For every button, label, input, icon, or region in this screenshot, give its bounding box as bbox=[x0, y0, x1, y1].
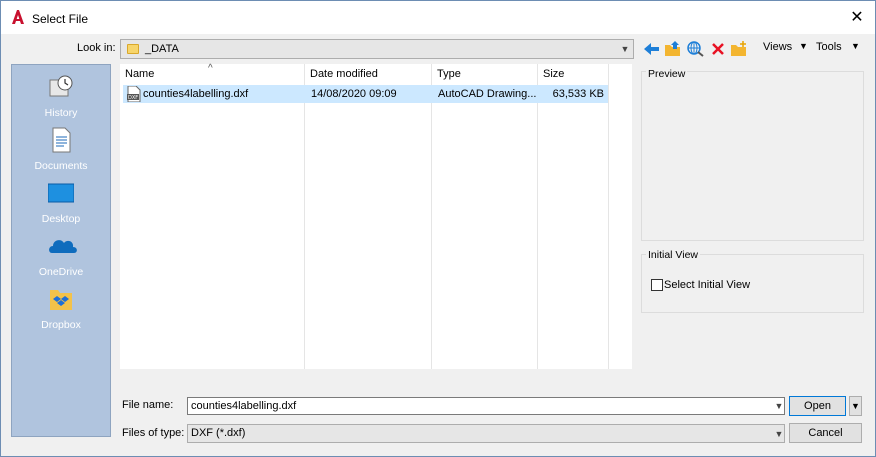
back-arrow-icon bbox=[644, 43, 659, 55]
file-name-dropdown-icon[interactable]: ▼ bbox=[774, 400, 784, 412]
file-date-cell: 14/08/2020 09:09 bbox=[311, 88, 397, 100]
tools-dropdown-icon[interactable]: ▼ bbox=[851, 41, 860, 51]
look-in-value: _DATA bbox=[145, 43, 179, 55]
new-folder-button[interactable] bbox=[729, 39, 749, 59]
file-name-input[interactable]: counties4labelling.dxf bbox=[187, 397, 785, 415]
files-of-type-select[interactable]: DXF (*.dxf) bbox=[187, 424, 785, 443]
place-onedrive[interactable]: OneDrive bbox=[12, 229, 110, 279]
files-of-type-dropdown-icon[interactable]: ▼ bbox=[774, 428, 784, 440]
column-divider[interactable] bbox=[608, 64, 609, 369]
place-desktop[interactable]: Desktop bbox=[12, 176, 110, 226]
column-divider[interactable] bbox=[537, 64, 538, 369]
place-label-documents: Documents bbox=[34, 160, 88, 172]
place-label-history: History bbox=[44, 107, 78, 119]
views-dropdown-icon[interactable]: ▼ bbox=[799, 41, 808, 51]
column-header-name[interactable]: Name bbox=[125, 68, 154, 80]
files-of-type-label: Files of type: bbox=[122, 427, 185, 439]
file-type-cell: AutoCAD Drawing... bbox=[438, 88, 537, 100]
search-web-button[interactable] bbox=[686, 39, 706, 59]
select-initial-view-label[interactable]: Select Initial View bbox=[664, 279, 750, 291]
title-bar: Select File ✕ bbox=[1, 1, 875, 34]
place-label-desktop: Desktop bbox=[41, 213, 81, 225]
tools-menu[interactable]: Tools bbox=[816, 41, 842, 53]
back-button[interactable] bbox=[642, 39, 662, 59]
select-initial-view-checkbox[interactable] bbox=[651, 279, 663, 291]
place-dropbox[interactable]: Dropbox bbox=[12, 282, 110, 332]
column-divider[interactable] bbox=[304, 64, 305, 369]
folder-icon bbox=[127, 44, 139, 54]
look-in-label: Look in: bbox=[77, 42, 116, 54]
preview-title: Preview bbox=[646, 68, 688, 80]
column-header-date-modified[interactable]: Date modified bbox=[310, 68, 378, 80]
column-divider[interactable] bbox=[431, 64, 432, 369]
file-name-cell: counties4labelling.dxf bbox=[143, 88, 249, 100]
close-button[interactable]: ✕ bbox=[847, 7, 867, 27]
chevron-down-icon[interactable]: ▼ bbox=[620, 43, 630, 55]
place-label-dropbox: Dropbox bbox=[41, 319, 81, 331]
up-folder-icon bbox=[665, 41, 680, 56]
open-options-dropdown-icon[interactable]: ▼ bbox=[849, 396, 862, 416]
window-title: Select File bbox=[32, 12, 89, 26]
cancel-button[interactable]: Cancel bbox=[789, 423, 862, 443]
desktop-icon bbox=[47, 180, 75, 206]
delete-x-icon bbox=[712, 43, 724, 55]
place-label-onedrive: OneDrive bbox=[38, 266, 84, 278]
autocad-logo-icon bbox=[11, 9, 25, 25]
place-history[interactable]: History bbox=[12, 70, 110, 120]
places-bar: History Documents Desktop OneDrive Dropb… bbox=[11, 64, 111, 437]
initial-view-title: Initial View bbox=[646, 249, 700, 261]
documents-icon bbox=[48, 127, 74, 153]
globe-search-icon bbox=[687, 41, 704, 57]
file-size-cell: 63,533 KB bbox=[552, 88, 604, 100]
file-list[interactable]: ^ Name Date modified Type Size DXF count… bbox=[120, 63, 632, 369]
open-button[interactable]: Open bbox=[789, 396, 846, 416]
look-in-combo[interactable]: _DATA ▼ bbox=[120, 39, 634, 59]
place-documents[interactable]: Documents bbox=[12, 123, 110, 173]
preview-panel bbox=[641, 71, 864, 241]
sort-ascending-icon: ^ bbox=[208, 63, 213, 74]
file-name-label: File name: bbox=[122, 399, 174, 411]
column-header-type[interactable]: Type bbox=[437, 68, 461, 80]
onedrive-icon bbox=[48, 233, 77, 259]
column-header-size[interactable]: Size bbox=[543, 68, 564, 80]
dropbox-icon bbox=[48, 286, 74, 312]
svg-text:DXF: DXF bbox=[128, 95, 138, 101]
history-icon bbox=[48, 74, 74, 100]
new-folder-icon bbox=[731, 41, 746, 56]
up-folder-button[interactable] bbox=[663, 39, 683, 59]
select-file-dialog: Select File ✕ Look in: _DATA ▼ Views ▼ T… bbox=[0, 0, 876, 457]
delete-button[interactable] bbox=[708, 39, 728, 59]
file-row[interactable]: DXF counties4labelling.dxf 14/08/2020 09… bbox=[123, 85, 608, 103]
dxf-file-icon: DXF bbox=[127, 85, 141, 103]
views-menu[interactable]: Views bbox=[763, 41, 792, 53]
